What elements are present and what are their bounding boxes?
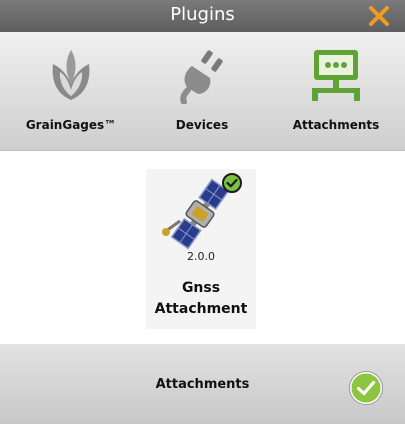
network-icon [312,50,360,101]
close-icon[interactable] [367,4,391,28]
plugin-version: 2.0.0 [187,250,215,263]
plugin-list: 2.0.0 Gnss Attachment [0,151,405,344]
category-tabs: GrainGages™ Devices Attachments [0,32,405,151]
leaf-icon [52,50,90,100]
plugin-name-line2: Attachment [154,301,248,317]
plug-icon [180,50,223,105]
footer-title: Attachments [155,377,250,392]
plugin-name-line1: Gnss [181,280,221,296]
plugin-card-gnss[interactable]: 2.0.0 Gnss Attachment [146,169,256,329]
tab-label: GrainGages™ [25,118,117,132]
plugin-name: Gnss Attachment [146,278,256,320]
tab-label: Devices [175,118,229,132]
installed-check-icon [222,173,242,193]
footer-bar: Attachments [0,344,405,424]
tab-attachments[interactable]: Attachments [271,44,401,132]
check-circle-icon[interactable] [349,371,383,405]
tab-devices[interactable]: Devices [137,44,267,132]
title-bar: Plugins [0,0,405,32]
window-title: Plugins [170,4,235,25]
tab-label: Attachments [292,118,380,132]
tab-graingages[interactable]: GrainGages™ [6,44,136,132]
